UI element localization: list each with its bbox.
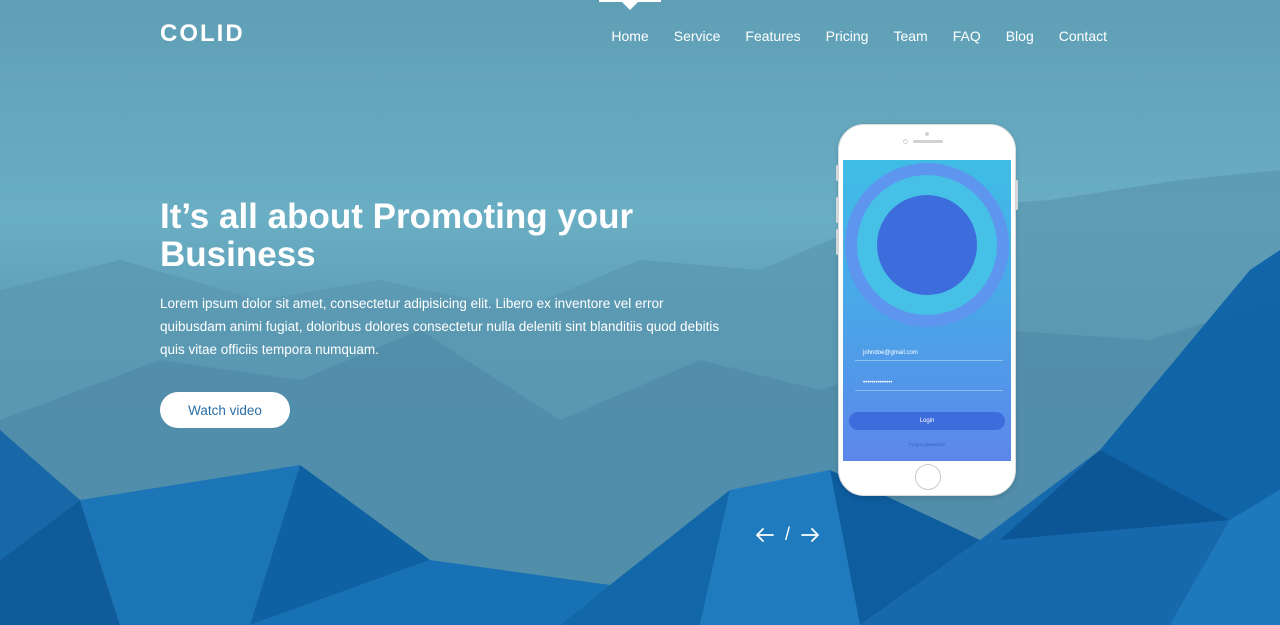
hero-description: Lorem ipsum dolor sit amet, consectetur … <box>160 296 720 357</box>
nav-item-features[interactable]: Features <box>745 28 800 44</box>
arrow-right-icon[interactable] <box>800 525 820 545</box>
nav-item-pricing[interactable]: Pricing <box>826 28 869 44</box>
phone-mockup: johndoe@gmail.com •••••••••••••• Login F… <box>836 124 1018 496</box>
phone-speaker <box>913 140 943 143</box>
slider-controls: / <box>755 524 820 545</box>
watch-video-button[interactable]: Watch video <box>160 392 290 428</box>
phone-home-button <box>915 464 941 490</box>
nav-item-faq[interactable]: FAQ <box>953 28 981 44</box>
phone-screen: johndoe@gmail.com •••••••••••••• Login F… <box>843 160 1011 461</box>
nav-item-team[interactable]: Team <box>893 28 927 44</box>
phone-sensor <box>925 132 929 136</box>
phone-side-button <box>836 165 839 181</box>
phone-login-button: Login <box>849 412 1005 430</box>
nav-item-blog[interactable]: Blog <box>1006 28 1034 44</box>
site-header: COLID Home Service Features Pricing Team… <box>0 0 1280 70</box>
phone-camera <box>903 139 908 144</box>
nav-item-service[interactable]: Service <box>674 28 721 44</box>
phone-forgot-password-link: Forgot password? <box>908 442 946 447</box>
phone-power-button <box>1015 180 1018 210</box>
app-logo-circle <box>877 195 977 295</box>
slider-separator: / <box>785 524 791 544</box>
nav-item-contact[interactable]: Contact <box>1059 28 1107 44</box>
arrow-left-icon[interactable] <box>755 525 775 545</box>
hero-title: It’s all about Promoting your Business <box>160 197 634 274</box>
phone-volume-down <box>836 229 839 255</box>
hero-section: It’s all about Promoting your Business L… <box>160 198 720 361</box>
phone-volume-up <box>836 197 839 223</box>
nav-item-home[interactable]: Home <box>599 0 662 44</box>
phone-password-field: •••••••••••••• <box>855 380 1003 391</box>
phone-email-field: johndoe@gmail.com <box>855 350 1003 361</box>
main-nav: Home Service Features Pricing Team FAQ B… <box>586 0 1107 44</box>
logo[interactable]: COLID <box>160 20 245 48</box>
